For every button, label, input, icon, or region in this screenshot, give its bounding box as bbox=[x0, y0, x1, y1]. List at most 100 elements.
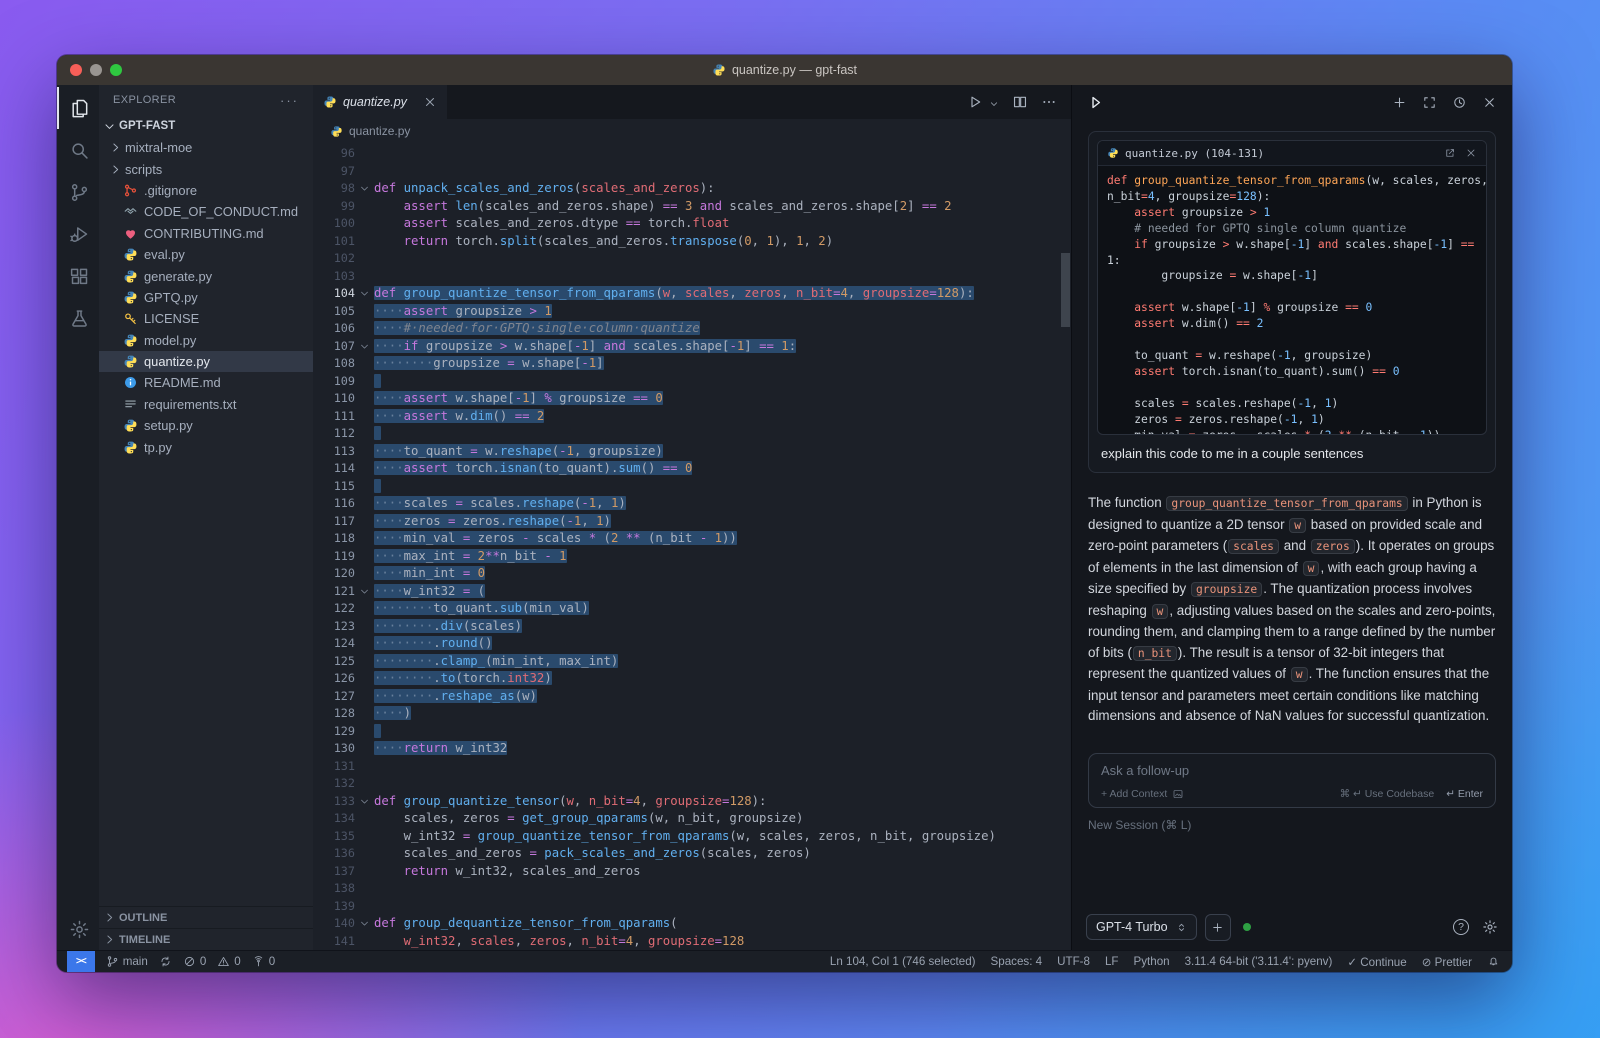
activity-bar bbox=[57, 85, 99, 950]
status-sync-changes[interactable] bbox=[159, 955, 172, 968]
status-eol[interactable]: LF bbox=[1105, 955, 1119, 968]
explorer-item-setup.py[interactable]: setup.py bbox=[99, 415, 313, 436]
explorer-item-model.py[interactable]: model.py bbox=[99, 330, 313, 351]
run-button[interactable] bbox=[967, 94, 983, 110]
explorer-item-tp.py[interactable]: tp.py bbox=[99, 436, 313, 457]
code-text: ········groupsize = w.shape[-1] bbox=[374, 355, 1071, 373]
add-context-button[interactable]: + Add Context bbox=[1101, 788, 1184, 800]
sidebar-section-outline[interactable]: OUTLINE bbox=[99, 906, 313, 928]
status-prettier-status[interactable]: ⊘ Prettier bbox=[1422, 955, 1472, 969]
activity-settings[interactable] bbox=[57, 908, 99, 950]
fold-chevron-icon[interactable] bbox=[355, 915, 374, 933]
model-selector[interactable]: GPT-4 Turbo bbox=[1086, 914, 1197, 940]
new-session-button[interactable]: New Session (⌘ L) bbox=[1088, 818, 1496, 832]
line-number: 131 bbox=[313, 758, 355, 776]
status-continue-status[interactable]: ✓ Continue bbox=[1347, 955, 1406, 969]
breadcrumb[interactable]: quantize.py bbox=[313, 119, 1071, 143]
continue-chat-panel: quantize.py (104-131) def group_quantize… bbox=[1071, 85, 1512, 950]
line-number: 110 bbox=[313, 390, 355, 408]
status-indentation[interactable]: Spaces: 4 bbox=[991, 955, 1043, 968]
code-line-105: 105····assert groupsize > 1 bbox=[313, 303, 1071, 321]
remove-context-icon[interactable] bbox=[1465, 147, 1477, 159]
new-chat-button[interactable] bbox=[1392, 95, 1407, 110]
chevron-right-icon bbox=[109, 141, 122, 154]
frame-icon[interactable] bbox=[1422, 95, 1437, 110]
titlebar[interactable]: quantize.py — gpt-fast bbox=[57, 55, 1512, 85]
line-number: 103 bbox=[313, 268, 355, 286]
code-line-129: 129 bbox=[313, 723, 1071, 741]
code-line-111: 111····assert w.dim() == 2 bbox=[313, 408, 1071, 426]
code-line-113: 113····to_quant = w.reshape(-1, groupsiz… bbox=[313, 443, 1071, 461]
selection-highlight: ········groupsize = w.shape[-1] bbox=[374, 356, 604, 370]
line-number: 136 bbox=[313, 845, 355, 863]
fold-chevron-icon[interactable] bbox=[355, 180, 374, 198]
status-notifications[interactable] bbox=[1487, 955, 1500, 968]
tab-quantize-py[interactable]: quantize.py bbox=[313, 85, 447, 119]
fold-gutter bbox=[355, 250, 374, 268]
sidebar-section-timeline[interactable]: TIMELINE bbox=[99, 928, 313, 950]
line-number: 120 bbox=[313, 565, 355, 583]
explorer-item-requirements.txt[interactable]: requirements.txt bbox=[99, 394, 313, 415]
followup-input[interactable]: Ask a follow-up + Add Context ⌘ ↵ Use Co… bbox=[1088, 753, 1496, 808]
window-title-text: quantize.py — gpt-fast bbox=[732, 63, 857, 77]
activity-bar-spacer bbox=[57, 339, 99, 908]
close-tab-icon[interactable] bbox=[423, 95, 437, 109]
explorer-item-scripts[interactable]: scripts bbox=[99, 158, 313, 179]
code-editor[interactable]: 969798def unpack_scales_and_zeros(scales… bbox=[313, 143, 1071, 950]
explorer-more-actions-button[interactable]: ··· bbox=[280, 93, 299, 108]
activity-search[interactable] bbox=[57, 129, 99, 171]
editor-more-actions-button[interactable] bbox=[1041, 94, 1057, 110]
status-git-branch[interactable]: main bbox=[106, 955, 148, 968]
activity-explorer[interactable] bbox=[57, 87, 99, 129]
chat-settings-button[interactable] bbox=[1482, 919, 1498, 935]
status-language-mode[interactable]: Python bbox=[1134, 955, 1170, 968]
python-file-icon bbox=[323, 95, 337, 109]
fold-chevron-icon[interactable] bbox=[355, 338, 374, 356]
close-window-button[interactable] bbox=[70, 64, 82, 76]
chevron-down-icon bbox=[103, 120, 116, 133]
explorer-item-eval.py[interactable]: eval.py bbox=[99, 244, 313, 265]
status-encoding[interactable]: UTF-8 bbox=[1057, 955, 1090, 968]
explorer-item-generate.py[interactable]: generate.py bbox=[99, 265, 313, 286]
status-remote-indicator[interactable]: >< bbox=[67, 951, 95, 973]
status-cursor-position[interactable]: Ln 104, Col 1 (746 selected) bbox=[830, 955, 976, 968]
selection-highlight bbox=[374, 426, 381, 440]
activity-extensions[interactable] bbox=[57, 255, 99, 297]
help-button[interactable]: ? bbox=[1453, 919, 1469, 935]
code-text: w_int32 = group_quantize_tensor_from_qpa… bbox=[374, 828, 1071, 846]
activity-testing[interactable] bbox=[57, 297, 99, 339]
selection-highlight: ········.clamp_(min_int, max_int) bbox=[374, 654, 618, 668]
file-label: scripts bbox=[125, 162, 162, 177]
split-editor-button[interactable] bbox=[1012, 94, 1028, 110]
explorer-item-CONTRIBUTING.md[interactable]: CONTRIBUTING.md bbox=[99, 223, 313, 244]
zoom-window-button[interactable] bbox=[110, 64, 122, 76]
minimize-window-button[interactable] bbox=[90, 64, 102, 76]
explorer-header: EXPLORER ··· bbox=[99, 85, 313, 115]
status-errors[interactable]: 0 bbox=[183, 955, 206, 968]
explorer-item-.gitignore[interactable]: .gitignore bbox=[99, 180, 313, 201]
explorer-item-LICENSE[interactable]: LICENSE bbox=[99, 308, 313, 329]
activity-run-and-debug[interactable] bbox=[57, 213, 99, 255]
fold-gutter bbox=[355, 478, 374, 496]
open-file-icon[interactable] bbox=[1444, 147, 1456, 159]
fold-chevron-icon[interactable] bbox=[355, 285, 374, 303]
explorer-item-CODE_OF_CONDUCT.md[interactable]: CODE_OF_CONDUCT.md bbox=[99, 201, 313, 222]
explorer-item-GPTQ.py[interactable]: GPTQ.py bbox=[99, 287, 313, 308]
fold-chevron-icon[interactable] bbox=[355, 583, 374, 601]
activity-source-control[interactable] bbox=[57, 171, 99, 213]
add-model-button[interactable] bbox=[1205, 914, 1231, 941]
explorer-item-quantize.py[interactable]: quantize.py bbox=[99, 351, 313, 372]
code-text bbox=[374, 898, 1071, 916]
explorer-item-README.md[interactable]: README.md bbox=[99, 372, 313, 393]
status-ports[interactable]: 0 bbox=[252, 955, 275, 968]
close-panel-button[interactable] bbox=[1482, 95, 1497, 110]
status-python-interpreter[interactable]: 3.11.4 64-bit ('3.11.4': pyenv) bbox=[1185, 955, 1333, 968]
run-dropdown-icon[interactable] bbox=[996, 95, 999, 109]
editor-scrollbar[interactable] bbox=[1061, 253, 1070, 327]
history-button[interactable] bbox=[1452, 95, 1467, 110]
status-warnings[interactable]: 0 bbox=[217, 955, 240, 968]
code-context-card[interactable]: quantize.py (104-131) def group_quantize… bbox=[1097, 140, 1487, 435]
fold-chevron-icon[interactable] bbox=[355, 793, 374, 811]
explorer-item-mixtral-moe[interactable]: mixtral-moe bbox=[99, 137, 313, 158]
explorer-root-folder[interactable]: GPT-FAST bbox=[99, 115, 313, 137]
